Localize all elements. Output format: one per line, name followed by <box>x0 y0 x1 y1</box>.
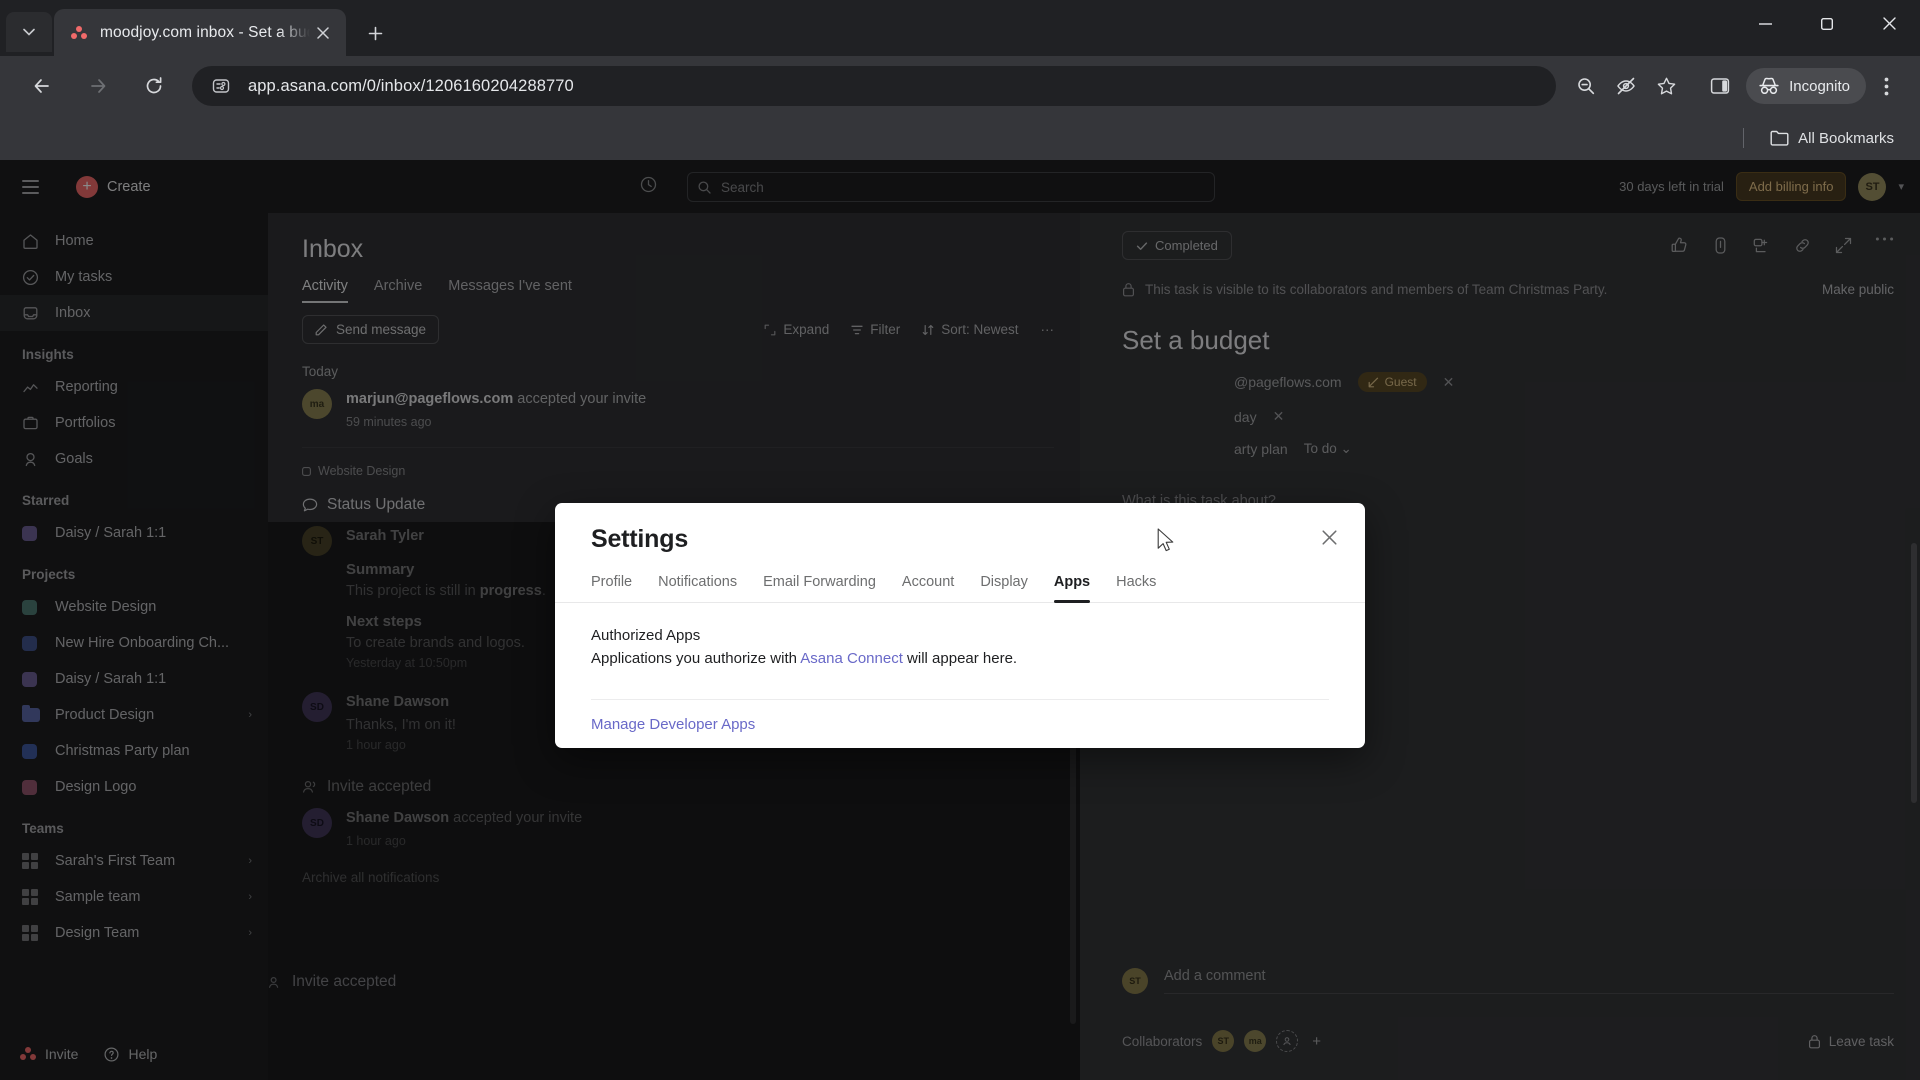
all-bookmarks-label: All Bookmarks <box>1798 129 1894 147</box>
settings-dialog: Settings Profile Notifications Email For… <box>555 503 1365 748</box>
three-dot-menu-icon[interactable] <box>1866 66 1906 106</box>
settings-tabs: Profile Notifications Email Forwarding A… <box>555 554 1365 603</box>
desc-pre: Applications you authorize with <box>591 650 801 667</box>
bookmarks-bar: All Bookmarks <box>0 116 1920 160</box>
tab-account[interactable]: Account <box>902 574 954 602</box>
desc-post: will appear here. <box>902 650 1018 667</box>
tab-apps[interactable]: Apps <box>1053 574 1091 603</box>
address-bar[interactable]: app.asana.com/0/inbox/1206160204288770 <box>192 66 1557 106</box>
bookmark-star-icon[interactable] <box>1646 66 1686 106</box>
browser-tab-strip: moodjoy.com inbox - Set a bud <box>0 0 1920 56</box>
authorized-apps-description: Applications you authorize with Asana Co… <box>591 650 1329 667</box>
authorized-apps-heading: Authorized Apps <box>591 627 701 644</box>
eye-off-icon[interactable] <box>1606 66 1646 106</box>
incognito-label: Incognito <box>1789 77 1850 95</box>
tab-title: moodjoy.com inbox - Set a bud <box>100 23 310 41</box>
forward-icon[interactable] <box>78 66 118 106</box>
new-tab-button[interactable] <box>358 16 392 50</box>
maximize-button[interactable] <box>1796 0 1858 47</box>
browser-toolbar: app.asana.com/0/inbox/1206160204288770 I… <box>0 56 1920 116</box>
tab-notifications[interactable]: Notifications <box>658 574 737 602</box>
browser-tab[interactable]: moodjoy.com inbox - Set a bud <box>54 9 346 56</box>
all-bookmarks-button[interactable]: All Bookmarks <box>1762 125 1902 152</box>
incognito-icon <box>1759 77 1779 95</box>
close-icon[interactable] <box>1315 523 1343 551</box>
dialog-title: Settings <box>591 525 689 553</box>
asana-connect-link[interactable]: Asana Connect <box>800 650 903 667</box>
window-close-button[interactable] <box>1858 0 1920 47</box>
manage-developer-apps-link[interactable]: Manage Developer Apps <box>591 716 755 733</box>
window-controls <box>1734 0 1920 56</box>
back-icon[interactable] <box>22 66 62 106</box>
reload-icon[interactable] <box>134 66 174 106</box>
close-icon[interactable] <box>310 20 336 46</box>
bookmark-divider <box>1743 128 1745 148</box>
folder-icon <box>1770 130 1789 146</box>
tab-search-button[interactable] <box>6 12 52 52</box>
minimize-button[interactable] <box>1734 0 1796 47</box>
side-panel-icon[interactable] <box>1700 66 1740 106</box>
tab-profile[interactable]: Profile <box>591 574 632 602</box>
asana-logo-icon <box>70 25 88 41</box>
site-settings-icon[interactable] <box>206 71 236 101</box>
incognito-badge[interactable]: Incognito <box>1746 68 1866 104</box>
zoom-out-icon[interactable] <box>1566 66 1606 106</box>
tab-hacks[interactable]: Hacks <box>1116 574 1156 602</box>
apps-panel: Authorized Apps Applications you authori… <box>555 603 1365 667</box>
url-text: app.asana.com/0/inbox/1206160204288770 <box>248 76 574 95</box>
tab-email-forwarding[interactable]: Email Forwarding <box>763 574 876 602</box>
screen: moodjoy.com inbox - Set a bud app.asana.… <box>0 0 1920 1080</box>
tab-display[interactable]: Display <box>980 574 1028 602</box>
